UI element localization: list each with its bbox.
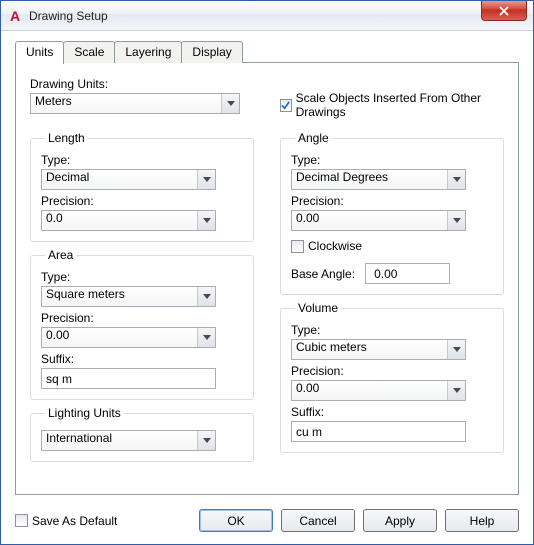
tabpage-units: Drawing Units: Meters Scale Objects Inse… — [15, 62, 519, 495]
volume-type-select[interactable]: Cubic meters — [291, 339, 466, 360]
area-type-select[interactable]: Square meters — [41, 286, 216, 307]
apply-button[interactable]: Apply — [363, 509, 437, 532]
close-button[interactable] — [481, 1, 527, 21]
drawing-units-label: Drawing Units: — [30, 77, 254, 91]
length-type-value: Decimal — [41, 169, 216, 190]
volume-suffix-label: Suffix: — [291, 405, 493, 419]
save-as-default-checkbox[interactable] — [15, 514, 28, 527]
close-icon — [499, 6, 509, 16]
drawing-units-select[interactable]: Meters — [30, 93, 240, 114]
volume-precision-value: 0.00 — [291, 380, 466, 401]
scale-objects-label: Scale Objects Inserted From Other Drawin… — [296, 91, 504, 119]
base-angle-label: Base Angle: — [291, 267, 355, 281]
angle-type-select[interactable]: Decimal Degrees — [291, 169, 466, 190]
help-button[interactable]: Help — [445, 509, 519, 532]
area-precision-label: Precision: — [41, 311, 243, 325]
clockwise-row[interactable]: Clockwise — [291, 239, 493, 253]
tab-layering[interactable]: Layering — [114, 41, 182, 63]
content-area: Units Scale Layering Display Drawing Uni… — [1, 31, 533, 501]
volume-suffix-input[interactable] — [291, 421, 466, 442]
area-type-label: Type: — [41, 270, 243, 284]
length-group: Length Type: Decimal Precision: 0.0 — [30, 131, 254, 242]
area-suffix-label: Suffix: — [41, 352, 243, 366]
lighting-value: International — [41, 430, 216, 451]
base-angle-input[interactable] — [365, 263, 450, 284]
angle-type-label: Type: — [291, 153, 493, 167]
area-type-value: Square meters — [41, 286, 216, 307]
length-type-label: Type: — [41, 153, 243, 167]
angle-precision-select[interactable]: 0.00 — [291, 210, 466, 231]
buttonbar: Save As Default OK Cancel Apply Help — [1, 501, 533, 544]
app-icon: A — [7, 8, 23, 24]
angle-group: Angle Type: Decimal Degrees Precision: 0… — [280, 131, 504, 295]
window-title: Drawing Setup — [29, 9, 108, 23]
area-precision-value: 0.00 — [41, 327, 216, 348]
ok-button[interactable]: OK — [199, 509, 273, 532]
area-group: Area Type: Square meters Precision: 0.00… — [30, 248, 254, 400]
volume-legend: Volume — [295, 301, 341, 315]
check-icon — [281, 101, 290, 110]
angle-type-value: Decimal Degrees — [291, 169, 466, 190]
length-precision-value: 0.0 — [41, 210, 216, 231]
area-precision-select[interactable]: 0.00 — [41, 327, 216, 348]
cancel-button[interactable]: Cancel — [281, 509, 355, 532]
tab-units[interactable]: Units — [15, 41, 64, 64]
length-type-select[interactable]: Decimal — [41, 169, 216, 190]
length-legend: Length — [45, 131, 88, 145]
lighting-group: Lighting Units International — [30, 406, 254, 462]
angle-precision-value: 0.00 — [291, 210, 466, 231]
tab-scale[interactable]: Scale — [63, 41, 115, 63]
length-precision-label: Precision: — [41, 194, 243, 208]
save-as-default-row[interactable]: Save As Default — [15, 514, 117, 528]
volume-precision-select[interactable]: 0.00 — [291, 380, 466, 401]
area-legend: Area — [45, 248, 76, 262]
titlebar: A Drawing Setup — [1, 1, 533, 31]
angle-precision-label: Precision: — [291, 194, 493, 208]
volume-precision-label: Precision: — [291, 364, 493, 378]
lighting-legend: Lighting Units — [45, 406, 124, 420]
tabstrip: Units Scale Layering Display — [15, 41, 519, 63]
clockwise-label: Clockwise — [308, 239, 362, 253]
lighting-select[interactable]: International — [41, 430, 216, 451]
scale-objects-checkbox[interactable] — [280, 99, 292, 112]
scale-objects-checkbox-row[interactable]: Scale Objects Inserted From Other Drawin… — [280, 91, 504, 119]
volume-type-label: Type: — [291, 323, 493, 337]
angle-legend: Angle — [295, 131, 332, 145]
volume-type-value: Cubic meters — [291, 339, 466, 360]
drawing-units-value: Meters — [30, 93, 240, 114]
clockwise-checkbox[interactable] — [291, 240, 304, 253]
volume-group: Volume Type: Cubic meters Precision: 0.0… — [280, 301, 504, 453]
area-suffix-input[interactable] — [41, 368, 216, 389]
tab-display[interactable]: Display — [181, 41, 242, 63]
length-precision-select[interactable]: 0.0 — [41, 210, 216, 231]
save-as-default-label: Save As Default — [32, 514, 117, 528]
